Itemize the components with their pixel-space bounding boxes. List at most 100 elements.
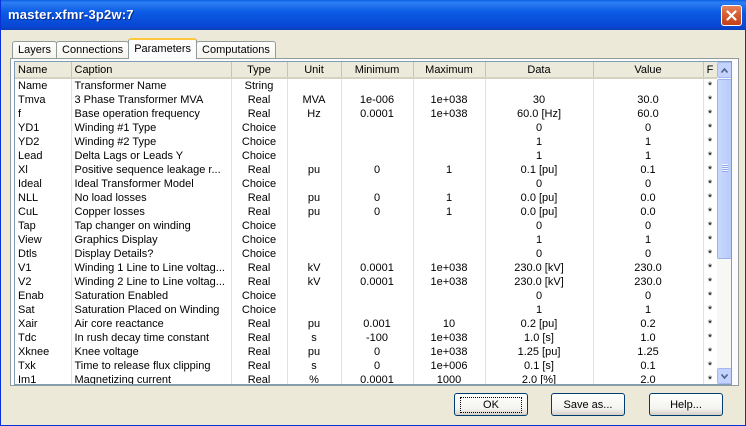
- cell-data[interactable]: 0: [485, 289, 594, 303]
- cell-flag[interactable]: *: [703, 317, 718, 331]
- cell-type[interactable]: Choice: [231, 219, 288, 233]
- cell-caption[interactable]: Transformer Name: [71, 78, 232, 93]
- cell-value[interactable]: 0.2: [593, 317, 704, 331]
- cell-type[interactable]: Real: [231, 345, 288, 359]
- cell-maximum[interactable]: 1e+006: [413, 359, 486, 373]
- cell-minimum[interactable]: [341, 149, 414, 163]
- cell-value[interactable]: 0: [593, 177, 704, 191]
- cell-name[interactable]: Tdc: [15, 331, 72, 345]
- cell-data[interactable]: [485, 78, 594, 93]
- cell-unit[interactable]: [287, 177, 342, 191]
- cell-minimum[interactable]: [341, 135, 414, 149]
- cell-name[interactable]: CuL: [15, 205, 72, 219]
- table-row[interactable]: V1 Winding 1 Line to Line voltag... Real kV…: [15, 261, 718, 275]
- cell-unit[interactable]: s: [287, 359, 342, 373]
- cell-type[interactable]: Real: [231, 317, 288, 331]
- close-button[interactable]: [721, 5, 742, 26]
- cell-flag[interactable]: *: [703, 275, 718, 289]
- cell-minimum[interactable]: [341, 233, 414, 247]
- cell-flag[interactable]: *: [703, 121, 718, 135]
- cell-type[interactable]: Real: [231, 373, 288, 384]
- cell-caption[interactable]: Tap changer on winding: [71, 219, 232, 233]
- cell-caption[interactable]: Air core reactance: [71, 317, 232, 331]
- cell-caption[interactable]: Base operation frequency: [71, 107, 232, 121]
- cell-minimum[interactable]: 0.0001: [341, 275, 414, 289]
- cell-name[interactable]: Xknee: [15, 345, 72, 359]
- cell-name[interactable]: V2: [15, 275, 72, 289]
- cell-maximum[interactable]: 1000: [413, 373, 486, 384]
- cell-value[interactable]: 230.0: [593, 261, 704, 275]
- cell-type[interactable]: Real: [231, 205, 288, 219]
- cell-value[interactable]: 0: [593, 121, 704, 135]
- cell-caption[interactable]: Winding 1 Line to Line voltag...: [71, 261, 232, 275]
- cell-value[interactable]: 1.25: [593, 345, 704, 359]
- cell-data[interactable]: 0.2 [pu]: [485, 317, 594, 331]
- cell-name[interactable]: YD1: [15, 121, 72, 135]
- cell-minimum[interactable]: [341, 247, 414, 261]
- cell-maximum[interactable]: 1e+038: [413, 93, 486, 107]
- cell-flag[interactable]: *: [703, 247, 718, 261]
- cell-type[interactable]: Real: [231, 275, 288, 289]
- cell-flag[interactable]: *: [703, 261, 718, 275]
- cell-name[interactable]: Dtls: [15, 247, 72, 261]
- cell-minimum[interactable]: [341, 78, 414, 93]
- cell-name[interactable]: Tap: [15, 219, 72, 233]
- cell-unit[interactable]: [287, 149, 342, 163]
- cell-unit[interactable]: pu: [287, 345, 342, 359]
- cell-minimum[interactable]: [341, 121, 414, 135]
- cell-data[interactable]: 0: [485, 121, 594, 135]
- cell-name[interactable]: Tmva: [15, 93, 72, 107]
- cell-caption[interactable]: Winding #1 Type: [71, 121, 232, 135]
- cell-name[interactable]: Ideal: [15, 177, 72, 191]
- cell-caption[interactable]: No load losses: [71, 191, 232, 205]
- column-header-maximum[interactable]: Maximum: [413, 62, 486, 79]
- cell-minimum[interactable]: 0: [341, 345, 414, 359]
- help-button[interactable]: Help...: [649, 393, 723, 416]
- cell-type[interactable]: Choice: [231, 233, 288, 247]
- cell-caption[interactable]: In rush decay time constant: [71, 331, 232, 345]
- cell-caption[interactable]: Knee voltage: [71, 345, 232, 359]
- cell-type[interactable]: Real: [231, 191, 288, 205]
- cell-unit[interactable]: MVA: [287, 93, 342, 107]
- cell-caption[interactable]: Saturation Enabled: [71, 289, 232, 303]
- cell-caption[interactable]: Copper losses: [71, 205, 232, 219]
- table-row[interactable]: Xair Air core reactance Real pu 0.001 10 0.2 […: [15, 317, 718, 331]
- cell-unit[interactable]: [287, 121, 342, 135]
- cell-name[interactable]: V1: [15, 261, 72, 275]
- table-row[interactable]: Txk Time to release flux clipping Real s 0 1e…: [15, 359, 718, 373]
- cell-unit[interactable]: kV: [287, 275, 342, 289]
- cell-maximum[interactable]: 1e+038: [413, 261, 486, 275]
- scroll-up-button[interactable]: [717, 62, 731, 78]
- column-header-caption[interactable]: Caption: [71, 62, 232, 79]
- cell-unit[interactable]: %: [287, 373, 342, 384]
- cell-data[interactable]: 230.0 [kV]: [485, 261, 594, 275]
- cell-data[interactable]: 1: [485, 233, 594, 247]
- cell-maximum[interactable]: [413, 233, 486, 247]
- cell-maximum[interactable]: 1e+038: [413, 275, 486, 289]
- cell-name[interactable]: Txk: [15, 359, 72, 373]
- cell-minimum[interactable]: 0.0001: [341, 261, 414, 275]
- cell-value[interactable]: 60.0: [593, 107, 704, 121]
- cell-minimum[interactable]: 0.001: [341, 317, 414, 331]
- cell-minimum[interactable]: 0: [341, 163, 414, 177]
- cell-minimum[interactable]: [341, 289, 414, 303]
- cell-type[interactable]: Choice: [231, 149, 288, 163]
- cell-type[interactable]: String: [231, 78, 288, 93]
- column-header-value[interactable]: Value: [593, 62, 704, 79]
- table-row[interactable]: Sat Saturation Placed on Winding Choice 1 1 *: [15, 303, 718, 317]
- table-row[interactable]: Tap Tap changer on winding Choice 0 0 *: [15, 219, 718, 233]
- cell-caption[interactable]: Graphics Display: [71, 233, 232, 247]
- cell-data[interactable]: 0.1 [s]: [485, 359, 594, 373]
- cell-maximum[interactable]: [413, 135, 486, 149]
- cell-flag[interactable]: *: [703, 191, 718, 205]
- cell-name[interactable]: Lead: [15, 149, 72, 163]
- cell-unit[interactable]: [287, 78, 342, 93]
- table-row[interactable]: View Graphics Display Choice 1 1 *: [15, 233, 718, 247]
- cell-unit[interactable]: [287, 247, 342, 261]
- cell-data[interactable]: 0: [485, 177, 594, 191]
- table-row[interactable]: Ideal Ideal Transformer Model Choice 0 0 *: [15, 177, 718, 191]
- cell-name[interactable]: NLL: [15, 191, 72, 205]
- cell-flag[interactable]: *: [703, 135, 718, 149]
- cell-data[interactable]: 0.1 [pu]: [485, 163, 594, 177]
- column-header-data[interactable]: Data: [485, 62, 594, 79]
